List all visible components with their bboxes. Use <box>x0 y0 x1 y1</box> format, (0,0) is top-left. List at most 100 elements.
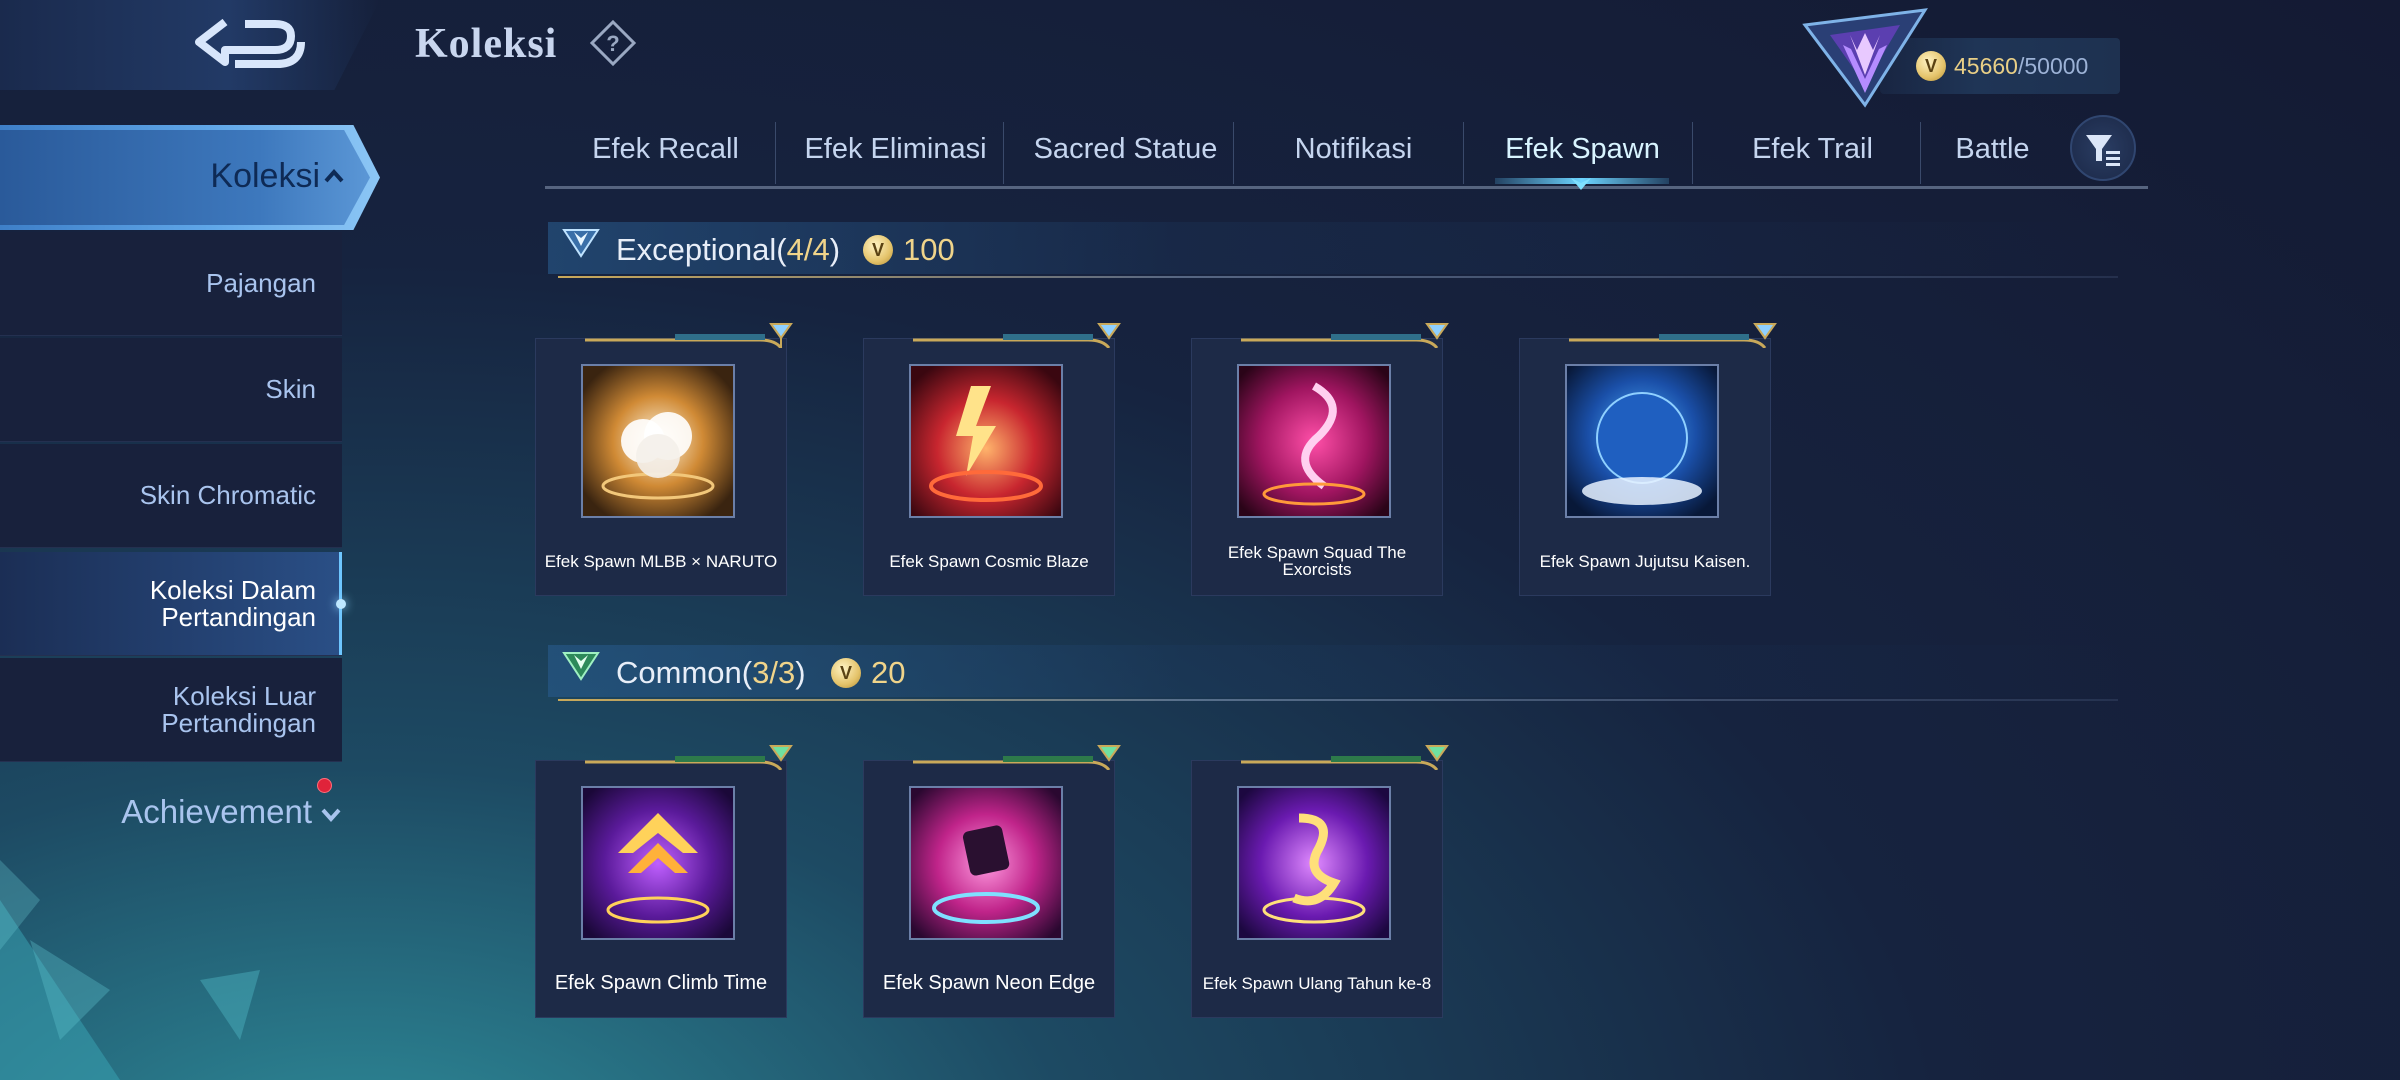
collection-card[interactable]: Efek Spawn Cosmic Blaze <box>863 318 1121 596</box>
tab-divider <box>1463 122 1464 184</box>
svg-text:?: ? <box>606 31 619 56</box>
section-cost: V 100 <box>863 232 955 268</box>
jujutsu-kaisen-spawn-art <box>1565 364 1719 518</box>
section-header-exceptional: Exceptional(4/4) V 100 <box>548 222 2128 282</box>
tab-divider <box>1233 122 1234 184</box>
section-name: Common <box>616 655 742 690</box>
sidebar-item-label: Koleksi Dalam Pertandingan <box>149 574 316 632</box>
card-label: Efek Spawn MLBB × NARUTO <box>544 551 778 571</box>
back-arrow-icon <box>195 18 305 68</box>
section-count-close: ) <box>795 655 806 690</box>
tabs-baseline <box>545 186 2148 189</box>
card-label: Efek Spawn Cosmic Blaze <box>889 551 1089 571</box>
card-ribbon <box>1241 323 1449 348</box>
sidebar-item-label: Pajangan <box>206 268 316 298</box>
common-tier-icon <box>562 652 600 681</box>
sidebar-main-inner: Koleksi <box>0 130 370 225</box>
chevron-up-icon <box>324 168 344 183</box>
filter-button[interactable] <box>2070 115 2136 181</box>
card-ribbon <box>913 323 1121 348</box>
active-indicator <box>336 599 346 609</box>
section-header-line <box>558 276 2118 278</box>
neon-edge-spawn-art <box>909 786 1063 940</box>
filter-icon <box>2086 135 2120 166</box>
sidebar-item-skin-chromatic[interactable]: Skin Chromatic <box>0 444 342 548</box>
tab-efek-spawn[interactable]: Efek Spawn <box>1465 118 1700 180</box>
tab-divider <box>1003 122 1004 184</box>
tab-divider <box>1692 122 1693 184</box>
back-button[interactable] <box>0 0 380 90</box>
card-label: Efek Spawn Squad The Exorcists <box>1227 543 1407 579</box>
active-tab-marker <box>1571 178 1591 190</box>
card-label: Efek Spawn Neon Edge <box>882 971 1096 994</box>
collection-card[interactable]: Efek Spawn Climb Time <box>535 740 793 1018</box>
collection-card[interactable]: Efek Spawn Ulang Tahun ke-8 <box>1191 740 1449 1018</box>
section-cost-value: 20 <box>871 655 906 690</box>
card-ribbon <box>1569 323 1777 348</box>
sidebar-item-pajangan[interactable]: Pajangan <box>0 232 342 336</box>
section-header-line <box>558 699 2118 701</box>
tab-battle[interactable]: Battle <box>1925 118 2060 180</box>
tab-label: Battle <box>1955 132 2030 165</box>
sidebar-achievement[interactable]: Achievement <box>0 785 342 845</box>
tab-efek-recall[interactable]: Efek Recall <box>548 118 783 180</box>
section-header-common: Common(3/3) V 20 <box>548 645 2128 705</box>
sidebar-item-skin[interactable]: Skin <box>0 338 342 442</box>
tab-label: Efek Eliminasi <box>804 132 987 165</box>
card-label: Efek Spawn Jujutsu Kaisen. <box>1539 551 1751 571</box>
chevron-down-icon <box>321 808 341 823</box>
page-title: Koleksi <box>415 21 558 67</box>
tab-divider <box>1920 122 1921 184</box>
sidebar-item-koleksi-luar-pertandingan[interactable]: Koleksi Luar Pertandingan <box>0 658 342 762</box>
card-ribbon <box>585 745 793 770</box>
cosmic-blaze-spawn-art <box>909 364 1063 518</box>
card-ribbon <box>913 745 1121 770</box>
section-cost-value: 100 <box>903 232 955 267</box>
ulang-tahun-spawn-art <box>1237 786 1391 940</box>
help-icon[interactable]: ? <box>590 20 636 66</box>
climb-time-spawn-art <box>581 786 735 940</box>
collection-card[interactable]: Efek Spawn Squad The Exorcists <box>1191 318 1449 596</box>
card-ribbon <box>585 323 793 348</box>
section-count: 3/3 <box>752 655 796 690</box>
tab-efek-eliminasi[interactable]: Efek Eliminasi <box>778 118 1013 180</box>
rank-emblem-icon <box>1802 8 1928 108</box>
sidebar-item-koleksi-dalam-pertandingan[interactable]: Koleksi Dalam Pertandingan <box>0 552 346 656</box>
sidebar-item-label: Skin <box>265 374 316 404</box>
achievement-label: Achievement <box>121 793 312 830</box>
notification-badge <box>317 778 332 793</box>
sidebar-item-label: Skin Chromatic <box>139 480 316 510</box>
background-shards <box>0 860 260 1080</box>
section-count-close: ) <box>829 232 841 267</box>
coin-icon: V <box>863 235 893 265</box>
collection-card[interactable]: Efek Spawn MLBB × NARUTO <box>535 318 793 596</box>
card-label: Efek Spawn Ulang Tahun ke-8 <box>1202 973 1432 993</box>
naruto-spawn-art <box>581 364 735 518</box>
exorcists-spawn-art <box>1237 364 1391 518</box>
top-bar: Koleksi ? V 45660/50000 <box>0 0 2400 108</box>
collection-card[interactable]: Efek Spawn Neon Edge <box>863 740 1121 1018</box>
section-name: Exceptional <box>616 232 777 267</box>
collection-card[interactable]: Efek Spawn Jujutsu Kaisen. <box>1519 318 1777 596</box>
tab-sacred-statue[interactable]: Sacred Statue <box>1008 118 1243 180</box>
section-count-open: ( <box>776 232 787 267</box>
tab-label: Efek Recall <box>592 132 739 165</box>
sidebar-item-label: Koleksi Luar Pertandingan <box>161 680 316 738</box>
tab-label: Efek Trail <box>1752 132 1873 165</box>
card-ribbon <box>1241 745 1449 770</box>
sidebar-main-label: Koleksi <box>210 157 320 195</box>
points-current: 45660 <box>1954 52 2018 79</box>
exceptional-tier-icon <box>562 229 600 258</box>
tab-label: Notifikasi <box>1294 132 1413 165</box>
points-max: /50000 <box>2017 52 2089 79</box>
tab-efek-trail[interactable]: Efek Trail <box>1695 118 1930 180</box>
coin-icon: V <box>831 658 861 688</box>
section-count: 4/4 <box>786 232 830 267</box>
tab-notifikasi[interactable]: Notifikasi <box>1236 118 1471 180</box>
tab-label: Sacred Statue <box>1033 132 1218 165</box>
tab-label: Efek Spawn <box>1505 132 1660 165</box>
card-label: Efek Spawn Climb Time <box>554 971 768 994</box>
tab-divider <box>775 122 776 184</box>
section-cost: V 20 <box>831 655 905 691</box>
section-count-open: ( <box>741 655 753 690</box>
